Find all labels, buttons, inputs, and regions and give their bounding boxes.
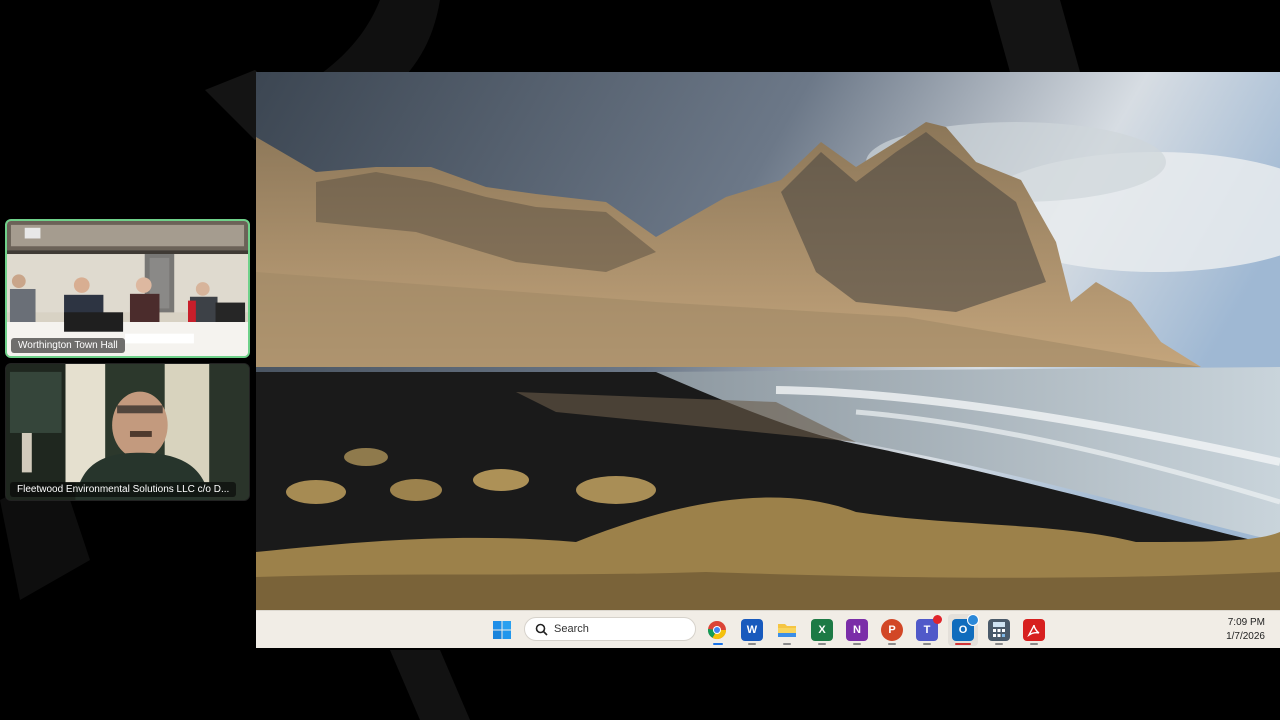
outlook-badge: [967, 614, 979, 626]
powerpoint-icon[interactable]: P: [881, 619, 903, 641]
powerpoint-running-indicator: [888, 643, 896, 645]
outlook-icon[interactable]: O: [952, 614, 979, 641]
acrobat-running-indicator: [1030, 643, 1038, 645]
onenote-running-indicator: [853, 643, 861, 645]
word-running-indicator: [748, 643, 756, 645]
calculator-icon[interactable]: [988, 619, 1010, 641]
desktop-wallpaper: [256, 72, 1280, 610]
chrome-running-indicator: [713, 643, 723, 645]
acrobat-icon[interactable]: [1023, 619, 1045, 641]
notification-badge: [933, 615, 942, 624]
taskbar-clock[interactable]: 7:09 PM 1/7/2026: [1226, 616, 1265, 644]
participant-tile-town-hall[interactable]: Worthington Town Hall: [5, 219, 250, 358]
chrome-icon[interactable]: [706, 619, 728, 641]
outlook-running-indicator: [955, 643, 971, 645]
excel-running-indicator: [818, 643, 826, 645]
taskbar-search-box[interactable]: Search: [524, 617, 696, 641]
file-explorer-running-indicator: [783, 643, 791, 645]
shared-screen: Search W X N P T O 7:09 PM 1/7/2026: [256, 72, 1280, 648]
word-icon[interactable]: W: [741, 619, 763, 641]
search-icon: [535, 623, 548, 636]
teams-running-indicator: [923, 643, 931, 645]
clock-date: 1/7/2026: [1226, 631, 1265, 642]
participant-video-feed: [6, 364, 249, 500]
excel-icon[interactable]: X: [811, 619, 833, 641]
participant-name-label: Worthington Town Hall: [11, 338, 125, 353]
windows-start-icon[interactable]: [491, 619, 513, 641]
participant-name-label: Fleetwood Environmental Solutions LLC c/…: [10, 482, 237, 497]
teams-icon[interactable]: T: [916, 615, 942, 641]
clock-time: 7:09 PM: [1227, 617, 1265, 628]
participant-tile-fleetwood[interactable]: Fleetwood Environmental Solutions LLC c/…: [5, 363, 250, 501]
calculator-running-indicator: [995, 643, 1003, 645]
file-explorer-icon[interactable]: [776, 619, 798, 641]
search-label: Search: [554, 623, 589, 635]
room-video-feed: [7, 221, 248, 356]
onenote-icon[interactable]: N: [846, 619, 868, 641]
windows-taskbar: Search W X N P T O 7:09 PM 1/7/2026: [256, 610, 1280, 648]
